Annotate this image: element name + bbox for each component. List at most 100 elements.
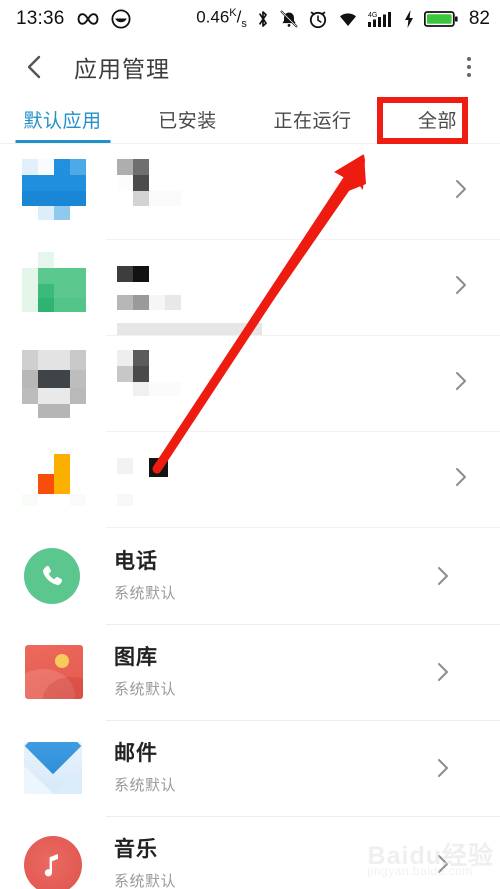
mosaic-block xyxy=(22,370,38,388)
list-item-text: 图库 系统默认 xyxy=(114,645,432,698)
list-item-censored-4[interactable] xyxy=(0,432,500,528)
mosaic-block xyxy=(117,323,262,336)
more-options-icon[interactable] xyxy=(456,54,482,80)
list-item-mail[interactable]: 邮件 系统默认 xyxy=(0,720,500,816)
tab-running[interactable]: 正在运行 xyxy=(250,96,375,143)
mosaic-block xyxy=(133,191,149,206)
mosaic-block xyxy=(70,388,86,404)
title-bar: 应用管理 xyxy=(0,38,500,96)
tab-label: 已安装 xyxy=(158,111,217,132)
mosaic-block xyxy=(22,175,86,191)
battery-level: 82 xyxy=(468,7,490,29)
tab-label: 默认应用 xyxy=(23,111,102,132)
list-item-phone[interactable]: 电话 系统默认 xyxy=(0,528,500,624)
chevron-right-icon xyxy=(432,564,454,588)
mosaic-block xyxy=(22,350,38,370)
tab-label: 全部 xyxy=(417,111,457,132)
signal-4g-icon: 4G xyxy=(367,9,394,29)
tab-bar: 默认应用 已安装 正在运行 全部 xyxy=(0,96,500,144)
list-item-censored-3[interactable] xyxy=(0,336,500,432)
infinity-icon xyxy=(76,11,100,27)
list-item-title: 图库 xyxy=(114,646,158,670)
mosaic-block xyxy=(117,159,133,175)
list-item-subtitle: 系统默认 xyxy=(114,680,177,698)
chevron-right-icon xyxy=(450,273,472,297)
mosaic-block xyxy=(38,298,54,312)
list-item-subtitle: 系统默认 xyxy=(114,584,177,602)
tab-installed[interactable]: 已安装 xyxy=(125,96,250,143)
list-item-text: 音乐 系统默认 xyxy=(114,837,432,889)
mosaic-block xyxy=(133,295,149,310)
battery-icon xyxy=(423,10,458,28)
chevron-right-icon xyxy=(450,369,472,393)
phone-screen: 13:36 0.46K/s 4G 82 应用管理 默认应用 已安装 正在运行 全… xyxy=(0,0,500,889)
smiley-icon xyxy=(111,9,131,29)
mosaic-block xyxy=(22,268,38,312)
mosaic-block xyxy=(54,454,70,480)
list-item-title: 音乐 xyxy=(114,838,158,862)
charging-bolt-icon xyxy=(403,9,415,29)
mosaic-block xyxy=(117,295,133,310)
status-bar-right: 0.46K/s 4G 82 xyxy=(196,7,490,30)
mosaic-block xyxy=(54,298,86,312)
mosaic-block xyxy=(149,458,168,477)
mosaic-block xyxy=(70,370,86,388)
network-speed: 0.46K/s xyxy=(196,7,247,31)
chevron-right-icon xyxy=(432,756,454,780)
list-item-censored-1[interactable] xyxy=(0,144,500,240)
mosaic-block xyxy=(70,159,86,175)
chevron-right-icon xyxy=(432,852,454,876)
mosaic-block xyxy=(149,382,181,396)
mosaic-block xyxy=(133,266,149,282)
mosaic-block xyxy=(117,266,133,282)
music-icon xyxy=(22,834,82,889)
mosaic-block xyxy=(22,159,38,175)
list-item-title: 电话 xyxy=(114,550,158,574)
mosaic-block xyxy=(133,382,149,396)
mosaic-block xyxy=(133,175,149,191)
mosaic-block xyxy=(38,474,54,494)
mosaic-block xyxy=(22,191,86,206)
chevron-right-icon xyxy=(432,660,454,684)
app-list: 电话 系统默认 图库 系统默认 邮件 系统默认 音乐 系统默认 xyxy=(0,144,500,889)
mosaic-block xyxy=(70,494,86,506)
mosaic-block xyxy=(38,350,70,370)
chevron-right-icon xyxy=(450,177,472,201)
mosaic-block xyxy=(117,366,133,382)
back-icon[interactable] xyxy=(22,54,48,80)
svg-text:4G: 4G xyxy=(368,12,377,19)
list-item-music[interactable]: 音乐 系统默认 xyxy=(0,816,500,889)
mosaic-block xyxy=(38,404,70,418)
mosaic-block xyxy=(133,350,149,366)
bluetooth-icon xyxy=(256,9,270,29)
mosaic-block xyxy=(54,159,70,175)
tab-default-apps[interactable]: 默认应用 xyxy=(0,96,125,143)
mosaic-block xyxy=(22,388,38,404)
status-bar: 13:36 0.46K/s 4G 82 xyxy=(0,0,500,38)
tab-all[interactable]: 全部 xyxy=(375,96,500,143)
mosaic-block xyxy=(38,268,86,284)
mute-icon xyxy=(279,9,299,29)
alarm-icon xyxy=(308,9,328,29)
mosaic-block xyxy=(149,191,181,206)
status-bar-left: 13:36 xyxy=(16,8,131,30)
mosaic-block xyxy=(38,206,54,220)
list-item-title: 邮件 xyxy=(114,742,158,766)
mosaic-block xyxy=(38,284,54,298)
mosaic-block xyxy=(117,458,133,474)
mosaic-block xyxy=(22,494,38,506)
mail-icon xyxy=(22,738,82,798)
gallery-icon xyxy=(22,642,83,702)
mosaic-block xyxy=(38,388,70,404)
mosaic-block xyxy=(70,350,86,370)
list-item-gallery[interactable]: 图库 系统默认 xyxy=(0,624,500,720)
tab-label: 正在运行 xyxy=(273,111,352,132)
mosaic-block xyxy=(54,480,70,494)
list-item-censored-2[interactable] xyxy=(0,240,500,336)
mosaic-block xyxy=(165,295,181,310)
chevron-right-icon xyxy=(450,465,472,489)
mosaic-block xyxy=(117,175,133,191)
list-item-subtitle: 系统默认 xyxy=(114,776,177,794)
status-time: 13:36 xyxy=(16,8,65,29)
mosaic-block xyxy=(117,494,133,506)
